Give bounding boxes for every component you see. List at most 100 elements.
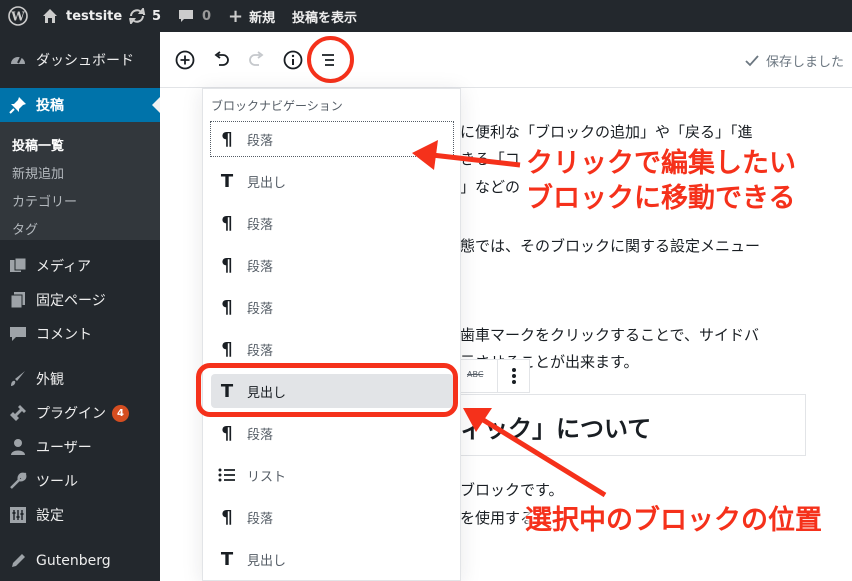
admin-bar: W testsite 5 0 + 新規 投稿を表示 (0, 0, 852, 32)
paragraph-icon: ¶ (221, 212, 233, 234)
content-line[interactable]: きる「コ (460, 148, 520, 169)
nav-item-label: 段落 (247, 427, 274, 443)
block-toolbar: ABC (460, 359, 530, 393)
nav-item-paragraph[interactable]: ¶ 段落 (211, 290, 453, 324)
check-icon (745, 54, 759, 66)
menu-posts[interactable]: 投稿 (0, 88, 160, 122)
menu-settings[interactable]: 設定 (0, 498, 160, 532)
nav-item-label: 段落 (247, 343, 274, 359)
undo-button[interactable] (207, 46, 235, 74)
nav-item-heading[interactable]: T 見出し (211, 164, 453, 198)
content-line[interactable]: ブロックです。 (460, 479, 564, 500)
update-icon (128, 8, 146, 24)
paragraph-icon: ¶ (221, 296, 233, 318)
redo-button[interactable] (243, 46, 271, 74)
settings-icon (8, 505, 28, 525)
nav-item-label: 段落 (247, 301, 274, 317)
menu-dashboard[interactable]: ダッシュボード (0, 43, 160, 77)
menu-tools[interactable]: ツール (0, 464, 160, 498)
new-label: 新規 (249, 10, 276, 26)
updates-count: 5 (152, 8, 162, 24)
comments-link[interactable]: 0 (178, 0, 211, 32)
menu-users[interactable]: ユーザー (0, 430, 160, 464)
menu-media[interactable]: メディア (0, 249, 160, 283)
menu-comments[interactable]: コメント (0, 317, 160, 351)
menu-label: Gutenberg (36, 553, 111, 569)
menu-plugins[interactable]: プラグイン 4 (0, 396, 160, 430)
menu-label: 固定ページ (36, 293, 106, 309)
paragraph-icon: ¶ (221, 254, 233, 276)
nav-item-heading[interactable]: T 見出し (211, 542, 453, 576)
nav-item-label: 段落 (247, 259, 274, 275)
posts-submenu: 投稿一覧 新規追加 カテゴリー タグ (0, 122, 160, 240)
menu-label: ツール (36, 474, 78, 490)
menu-label: メディア (36, 259, 92, 275)
menu-label: コメント (36, 327, 92, 343)
pages-icon (8, 290, 28, 310)
add-block-button[interactable] (171, 46, 199, 74)
menu-label: 投稿 (36, 98, 64, 114)
vertical-ellipsis-icon (512, 368, 516, 384)
menu-pages[interactable]: 固定ページ (0, 283, 160, 317)
new-content-link[interactable]: + 新規 (228, 0, 275, 32)
plus-circle-icon (175, 50, 195, 70)
content-info-button[interactable] (279, 46, 307, 74)
menu-label: 外観 (36, 372, 64, 388)
view-post-link[interactable]: 投稿を表示 (292, 0, 357, 32)
menu-label: ユーザー (36, 440, 92, 456)
nav-item-label: 段落 (247, 133, 274, 149)
plugin-update-badge: 4 (112, 404, 129, 422)
updates-link[interactable]: 5 (128, 0, 161, 32)
saved-label: 保存しました (765, 55, 844, 70)
annotation-top-line2: ブロックに移動できる (526, 183, 796, 214)
nav-item-paragraph[interactable]: ¶ 段落 (211, 332, 453, 366)
annotation-top-line1: クリックで編集したい (526, 148, 796, 179)
pencil-icon (8, 551, 28, 571)
paragraph-icon: ¶ (221, 422, 233, 444)
site-link[interactable]: testsite (42, 0, 122, 32)
nav-item-label: 段落 (247, 217, 274, 233)
submenu-categories[interactable]: カテゴリー (12, 191, 77, 210)
user-icon (8, 437, 28, 457)
menu-appearance[interactable]: 外観 (0, 362, 160, 396)
nav-item-paragraph[interactable]: ¶ 段落 (211, 248, 453, 282)
list-icon (217, 465, 237, 485)
nav-item-label: 段落 (247, 511, 274, 527)
menu-gutenberg[interactable]: Gutenberg (0, 544, 160, 578)
nav-item-paragraph[interactable]: ¶ 段落 (210, 121, 454, 157)
paragraph-icon: ¶ (221, 338, 233, 360)
submenu-all-posts[interactable]: 投稿一覧 (12, 135, 64, 154)
plugin-icon (8, 403, 28, 423)
heading-text[interactable]: ィック」について (460, 409, 651, 444)
editor-toolbar: 保存しました (160, 32, 852, 88)
media-icon (8, 256, 28, 276)
strikethrough-button[interactable]: ABC (467, 370, 483, 379)
content-line[interactable]: 」などの (460, 176, 520, 197)
content-line[interactable]: 態では、そのブロックに関する設定メニュー (460, 235, 760, 256)
nav-item-label: 見出し (247, 553, 287, 569)
annotation-bottom: 選択中のブロックの位置 (525, 505, 822, 536)
nav-item-paragraph[interactable]: ¶ 段落 (211, 206, 453, 240)
plus-icon: + (228, 5, 244, 27)
menu-label: プラグイン (36, 406, 106, 422)
wordpress-logo-icon[interactable]: W (8, 0, 28, 32)
block-navigation-panel: ブロックナビゲーション ¶ 段落 T 見出し ¶ 段落 ¶ 段落 ¶ 段落 ¶ … (202, 88, 461, 581)
nav-item-paragraph[interactable]: ¶ 段落 (211, 416, 453, 450)
nav-item-list[interactable]: リスト (211, 458, 453, 492)
submenu-tags[interactable]: タグ (12, 219, 38, 238)
info-icon (283, 50, 303, 70)
content-line[interactable]: を使用する (460, 507, 535, 528)
undo-icon (214, 51, 229, 66)
nav-item-label: 見出し (247, 175, 287, 191)
nav-item-paragraph[interactable]: ¶ 段落 (211, 500, 453, 534)
comment-bubble-icon (178, 8, 194, 24)
svg-text:W: W (10, 10, 25, 24)
more-options-button[interactable] (497, 360, 530, 392)
content-line[interactable]: に便利な「ブロックの追加」や「戻る」「進 (460, 121, 753, 142)
submenu-add-new[interactable]: 新規追加 (12, 163, 64, 182)
heading-icon: T (220, 170, 234, 192)
block-navigation-title: ブロックナビゲーション (211, 99, 343, 113)
content-line[interactable]: 歯車マークをクリックすることで、サイドバ (460, 324, 759, 345)
brush-icon (8, 369, 28, 389)
paragraph-icon: ¶ (221, 128, 233, 150)
